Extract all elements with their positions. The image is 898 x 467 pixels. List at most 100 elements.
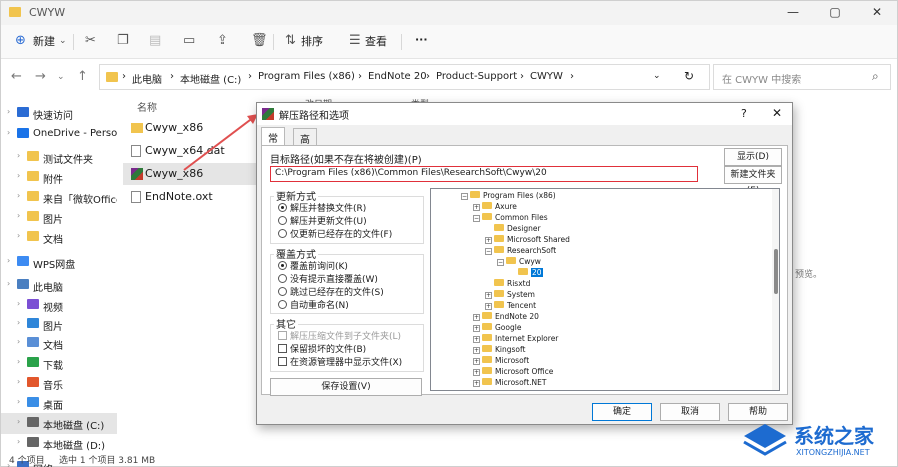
expand-icon[interactable]: + — [473, 347, 480, 354]
tree-node[interactable]: 20 — [509, 268, 543, 279]
sidebar-item[interactable]: › OneDrive - Personal — [1, 124, 117, 145]
collapse-icon[interactable]: − — [461, 193, 468, 200]
sidebar-item[interactable]: › 下载 — [1, 353, 117, 374]
chevron-right-icon[interactable]: › — [17, 377, 20, 386]
chevron-right-icon[interactable]: › — [17, 211, 20, 220]
close-button[interactable]: ✕ — [857, 1, 897, 25]
forward-icon[interactable]: → — [35, 69, 46, 84]
sidebar-item[interactable]: › 来自「微软Office文档」 — [1, 187, 117, 208]
sidebar-item[interactable]: › 测试文件夹 — [1, 147, 117, 168]
tree-node[interactable]: + Microsoft Office — [473, 367, 553, 378]
tree-node[interactable]: − Program Files (x86) — [461, 191, 556, 202]
tab-advanced[interactable]: 高级 — [293, 128, 317, 161]
tree-node[interactable]: + Kingsoft — [473, 345, 525, 356]
maximize-button[interactable]: ▢ — [815, 1, 855, 25]
tree-node[interactable]: − ResearchSoft — [485, 246, 556, 257]
chevron-right-icon[interactable]: › — [17, 191, 20, 200]
expand-icon[interactable]: + — [473, 358, 480, 365]
chevron-right-icon[interactable]: › — [17, 318, 20, 327]
collapse-icon[interactable]: − — [485, 248, 492, 255]
target-path-input[interactable]: C:\Program Files (x86)\Common Files\Rese… — [270, 166, 698, 182]
chevron-right-icon[interactable]: › — [17, 171, 20, 180]
radio[interactable] — [278, 229, 287, 238]
new-folder-button[interactable]: 新建文件夹(E) — [724, 166, 782, 196]
chevron-right-icon[interactable]: › — [17, 337, 20, 346]
chevron-right-icon[interactable]: › — [7, 279, 10, 288]
breadcrumb-item[interactable]: CWYW — [530, 71, 563, 82]
expand-icon[interactable]: + — [473, 325, 480, 332]
tab-general[interactable]: 常规 — [261, 127, 285, 160]
tree-node[interactable]: + EndNote 20 — [473, 312, 539, 323]
chevron-right-icon[interactable]: › — [17, 437, 20, 446]
folder-tree[interactable]: − Program Files (x86) + Axure − Common Files D… — [430, 188, 780, 391]
overwrite-option[interactable]: 没有提示直接覆盖(W) — [278, 272, 378, 285]
chevron-right-icon[interactable]: › — [17, 397, 20, 406]
sidebar-item[interactable]: › 本地磁盘 (C:) — [1, 413, 117, 434]
tree-node[interactable]: Designer — [485, 224, 541, 235]
sidebar-item[interactable]: › 此电脑 — [1, 275, 117, 296]
cancel-button[interactable]: 取消 — [660, 403, 720, 421]
tree-node[interactable]: + Axure — [473, 202, 517, 213]
chevron-right-icon[interactable]: › — [17, 151, 20, 160]
overwrite-option[interactable]: 自动重命名(N) — [278, 298, 349, 311]
expand-icon[interactable]: + — [473, 204, 480, 211]
chevron-right-icon[interactable]: › — [7, 256, 10, 265]
collapse-icon[interactable]: − — [473, 215, 480, 222]
tree-scrollbar[interactable] — [772, 189, 779, 390]
radio[interactable] — [278, 216, 287, 225]
tree-node[interactable]: + Internet Explorer — [473, 334, 558, 345]
chevron-right-icon[interactable]: › — [17, 299, 20, 308]
address-bar[interactable]: › 此电脑 › 本地磁盘 (C:) › Program Files (x86) … — [99, 64, 710, 90]
breadcrumb-item[interactable]: EndNote 20 — [368, 71, 427, 82]
sidebar-item[interactable]: › WPS网盘 — [1, 252, 117, 273]
chevron-right-icon[interactable]: › — [7, 128, 10, 137]
checkbox[interactable] — [278, 357, 287, 366]
show-button[interactable]: 显示(D) — [724, 148, 782, 166]
radio-selected[interactable] — [278, 261, 287, 270]
tree-node[interactable]: + Microsoft.NET — [473, 378, 546, 389]
delete-icon[interactable]: 🗑 — [251, 33, 268, 48]
update-option[interactable]: 解压并替换文件(R) — [278, 201, 366, 214]
overwrite-option[interactable]: 跳过已经存在的文件(S) — [278, 285, 384, 298]
sidebar-item[interactable]: › 快速访问 — [1, 103, 117, 124]
chevron-right-icon[interactable]: › — [7, 107, 10, 116]
more-button[interactable]: ··· — [415, 33, 428, 46]
expand-icon[interactable]: + — [485, 237, 492, 244]
file-row[interactable]: Cwyw_x86 — [123, 163, 263, 185]
search-box[interactable]: 在 CWYW 中搜索 ⌕ — [713, 64, 891, 90]
radio[interactable] — [278, 287, 287, 296]
sidebar-item[interactable]: › 音乐 — [1, 373, 117, 394]
recent-chevron-icon[interactable]: ⌄ — [57, 72, 65, 82]
sidebar-item[interactable]: › 文档 — [1, 333, 117, 354]
ok-button[interactable]: 确定 — [592, 403, 652, 421]
file-row[interactable]: Cwyw_x64.dat — [123, 140, 263, 162]
chevron-right-icon[interactable]: › — [17, 417, 20, 426]
expand-icon[interactable]: + — [473, 380, 480, 387]
sidebar-item[interactable]: › 文档 — [1, 227, 117, 248]
chevron-right-icon[interactable]: › — [17, 231, 20, 240]
radio[interactable] — [278, 300, 287, 309]
tree-node[interactable]: Risxtd — [485, 279, 530, 290]
refresh-icon[interactable]: ↻ — [684, 69, 694, 83]
up-icon[interactable]: ↑ — [77, 69, 88, 84]
tree-node[interactable]: − Cwyw — [497, 257, 541, 268]
cut-icon[interactable]: ✂ — [85, 33, 96, 48]
copy-icon[interactable]: ❐ — [117, 33, 129, 48]
collapse-icon[interactable]: − — [497, 259, 504, 266]
breadcrumb-item[interactable]: Program Files (x86) — [258, 71, 355, 82]
sort-button[interactable]: 排序 — [301, 33, 323, 49]
expand-icon[interactable]: + — [473, 336, 480, 343]
radio[interactable] — [278, 274, 287, 283]
tree-node[interactable]: − Common Files — [473, 213, 548, 224]
sidebar-item[interactable]: › 附件 — [1, 167, 117, 188]
sidebar-item[interactable]: › 视频 — [1, 295, 117, 316]
minimize-button[interactable]: — — [773, 1, 813, 25]
tree-node[interactable]: + Microsoft — [473, 356, 529, 367]
rename-icon[interactable]: ▭ — [183, 33, 195, 48]
breadcrumb-item[interactable]: 本地磁盘 (C:) — [180, 71, 241, 86]
other-option[interactable]: 保留损坏的文件(B) — [278, 342, 366, 355]
back-icon[interactable]: ← — [11, 69, 22, 84]
checkbox[interactable] — [278, 331, 287, 340]
other-option[interactable]: 解压压缩文件到子文件夹(L) — [278, 329, 401, 342]
breadcrumb-item[interactable]: Product-Support — [436, 71, 517, 82]
